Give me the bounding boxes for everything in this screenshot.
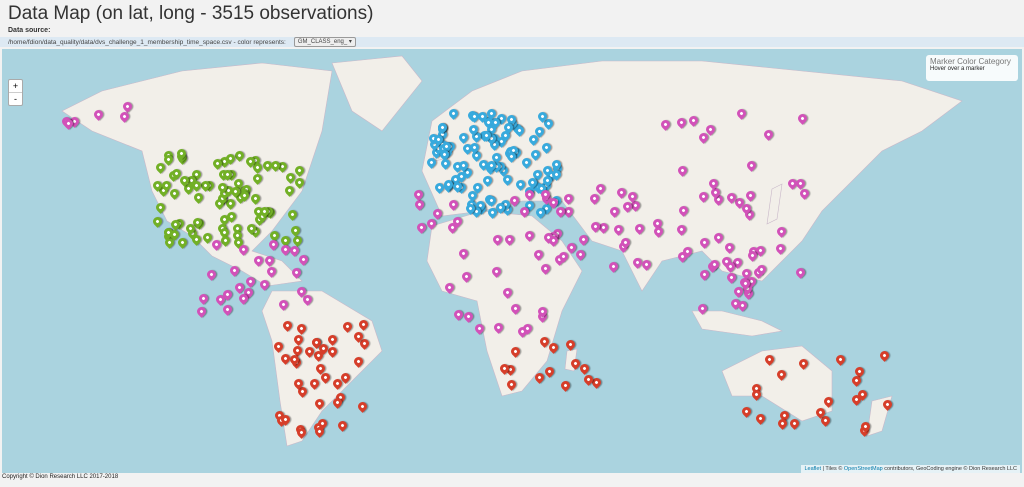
select-value: GM_CLASS_eng_ [298,39,347,45]
marker-color-legend: Marker Color Category Hover over a marke… [926,55,1018,81]
map[interactable]: + - Marker Color Category Hover over a m… [2,49,1022,473]
zoom-control: + - [8,79,23,106]
legend-subtitle: Hover over a marker [930,66,1014,72]
legend-title: Marker Color Category [930,57,1014,66]
attr-rest: contributors, GeoCoding engine © Dion Re… [883,466,1017,472]
world-basemap [2,49,1022,473]
osm-link[interactable]: OpenStreetMap [844,466,883,472]
indonesia [692,311,782,336]
page-title: Data Map (on lat, long - 3515 observatio… [8,3,373,25]
copyright-footer: Copyright © Dion Research LLC 2017-2018 [2,474,118,480]
zoom-in-button[interactable]: + [9,80,22,93]
greenland [332,56,422,131]
data-source-bar: /home/fdion/data_quality/data/dvs_challe… [0,37,1024,47]
zoom-out-button[interactable]: - [9,93,22,105]
map-attribution: Leaflet | Tiles © OpenStreetMap contribu… [801,465,1020,473]
data-source-label: Data source: [8,27,50,34]
leaflet-link[interactable]: Leaflet [804,466,821,472]
data-source-path: /home/fdion/data_quality/data/dvs_challe… [8,39,286,46]
attr-tiles: | Tiles © [821,466,844,472]
color-category-select[interactable]: GM_CLASS_eng_ ▾ [294,37,356,47]
